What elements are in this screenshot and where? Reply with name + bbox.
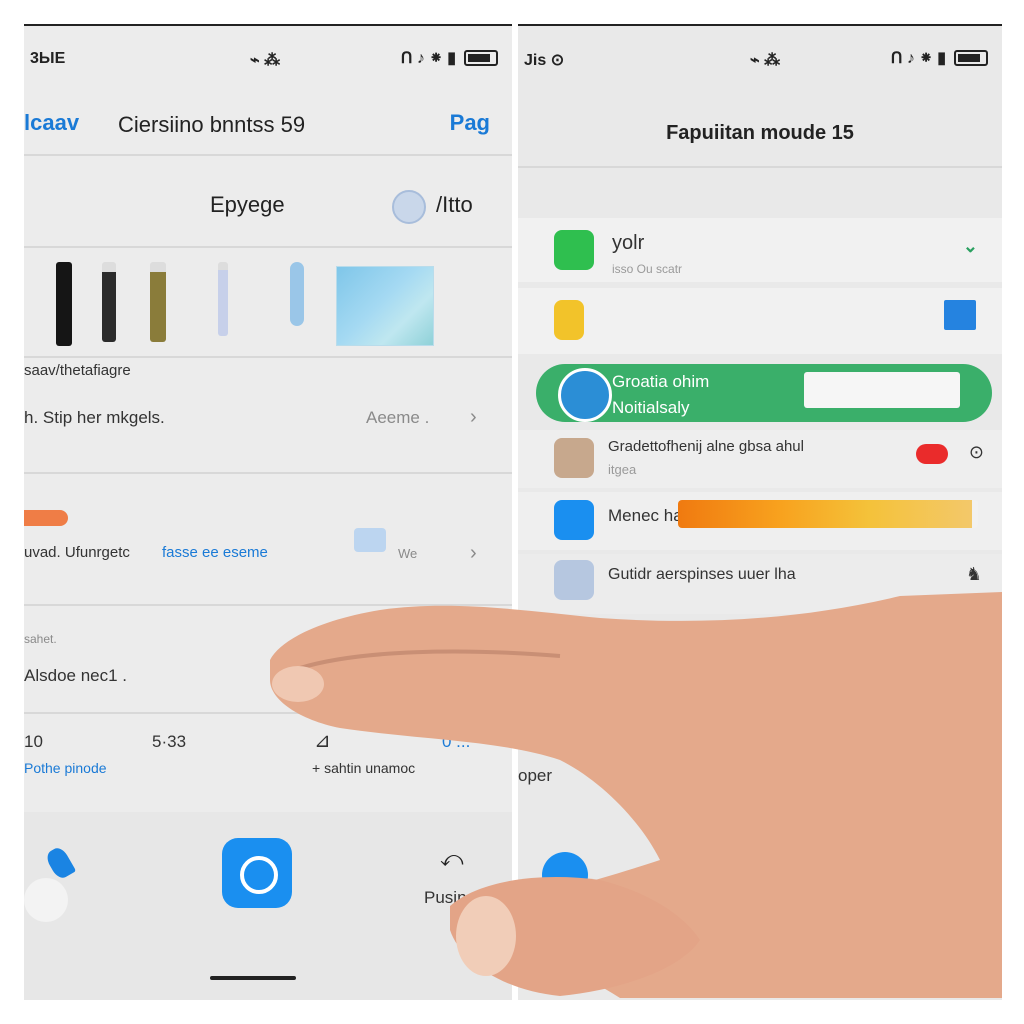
card-icon	[354, 528, 386, 552]
list-item-sub: itgea	[608, 462, 637, 477]
tab-scan-button[interactable]	[222, 838, 292, 908]
product-image[interactable]	[336, 266, 434, 346]
product-thumb[interactable]	[56, 262, 72, 346]
app-icon	[554, 300, 584, 340]
divider	[24, 154, 512, 156]
chevron-right-icon[interactable]: ›	[470, 406, 477, 429]
divider	[24, 712, 512, 714]
row-value: Aeeme .	[366, 408, 430, 427]
status-center: ⌁ ⁂	[250, 52, 281, 69]
return-icon[interactable]: ⤺	[440, 846, 464, 872]
status-icons-text: ᑎ ♪ ⁕ ▮	[400, 50, 456, 67]
list-item[interactable]	[518, 288, 1002, 354]
status-icons: ᑎ ♪ ⁕ ▮	[401, 48, 498, 68]
color-swatch	[24, 510, 68, 526]
list-item-label: Menec ha	[608, 506, 683, 525]
progress-fill	[678, 500, 972, 528]
home-indicator	[210, 976, 296, 980]
photo-icon	[554, 560, 594, 600]
highlight-title: Groatia ohim	[612, 372, 710, 391]
right-phone-screen: Jis ⊙ ⌁ ⁂ ᑎ ♪ ⁕ ▮ Fapuiitan moude 15 yol…	[518, 24, 1002, 1000]
stat-value: 0 ...	[442, 732, 471, 751]
tile-icon[interactable]	[944, 300, 976, 330]
status-center: ⌁ ⁂	[750, 52, 781, 69]
left-phone-screen: 3ЫЕ ⌁ ⁂ ᑎ ♪ ⁕ ▮ lcaav Ciersiino bnntss 5…	[24, 24, 512, 1000]
page-title: Fapuiitan moude 15	[666, 122, 854, 144]
row-small: sahet.	[24, 632, 57, 646]
row-label: uvad. Ufunrgetc	[24, 544, 130, 561]
row-value: We	[398, 546, 418, 561]
partial-label: oper	[518, 766, 553, 785]
battery-icon	[954, 50, 988, 66]
list-item-sub: isso Ou scatr	[612, 262, 683, 276]
cat-icon[interactable]: ♞	[966, 564, 982, 585]
product-thumb[interactable]	[102, 262, 116, 342]
section-title: Epyege	[210, 192, 285, 217]
product-thumb[interactable]	[150, 262, 166, 342]
stat-value: 5·33	[152, 732, 187, 751]
status-icons-text: ᑎ ♪ ⁕ ▮	[890, 50, 946, 67]
highlight-subtitle: Noitialsaly	[612, 398, 690, 417]
status-time: Jis ⊙	[524, 52, 565, 69]
stat-icon: ⊿	[314, 730, 331, 752]
divider	[24, 472, 512, 474]
red-badge	[916, 444, 948, 464]
product-thumb[interactable]	[290, 262, 304, 326]
divider	[518, 166, 1002, 168]
photo-icon	[554, 438, 594, 478]
list-item-label: Gutidr aerspinses uuer lha	[608, 566, 796, 583]
status-icons: ᑎ ♪ ⁕ ▮	[891, 48, 988, 68]
highlight-field[interactable]	[804, 372, 960, 408]
search-icon[interactable]: ⊙	[969, 442, 984, 463]
globe-icon[interactable]	[392, 190, 426, 224]
progress-bar	[678, 500, 978, 528]
stat-label: + sahtin unamoc	[312, 760, 416, 776]
link-icon	[554, 500, 594, 540]
divider	[24, 356, 512, 358]
tools-icon	[558, 368, 612, 422]
row-label: Alsdoe nec1 .	[24, 666, 128, 685]
product-thumb[interactable]	[218, 262, 228, 336]
divider	[24, 246, 512, 248]
back-button[interactable]: lcaav	[24, 110, 79, 136]
list-item-label: yolr	[612, 232, 645, 254]
tab-icon[interactable]	[542, 852, 588, 898]
section-action[interactable]: /Itto	[436, 192, 473, 218]
battery-icon	[464, 50, 498, 66]
chevron-down-icon[interactable]: ⌄	[963, 236, 978, 257]
nav-title: Ciersiino bnntss 59	[118, 112, 306, 137]
stat-value: 10	[24, 732, 43, 751]
divider	[24, 604, 512, 606]
tab-avatar[interactable]	[24, 878, 68, 922]
status-time: 3ЫЕ	[30, 50, 66, 67]
products-label: saav/thetafiagre	[24, 362, 131, 379]
tab-label[interactable]: Pusin	[424, 888, 467, 908]
stat-link[interactable]: Pothe pinode	[24, 760, 107, 776]
status-bar: 3ЫЕ ⌁ ⁂ ᑎ ♪ ⁕ ▮	[24, 26, 512, 86]
status-bar: Jis ⊙ ⌁ ⁂ ᑎ ♪ ⁕ ▮	[518, 26, 1002, 86]
row-link[interactable]: fasse ee eseme	[162, 544, 268, 561]
nav-action-button[interactable]: Pag	[450, 110, 490, 136]
app-icon	[554, 230, 594, 270]
row-label: h. Stip her mkgels.	[24, 408, 165, 427]
list-item-label: Gradettofhenij alne gbsa ahul	[608, 438, 804, 455]
chevron-right-icon[interactable]: ›	[470, 542, 477, 565]
